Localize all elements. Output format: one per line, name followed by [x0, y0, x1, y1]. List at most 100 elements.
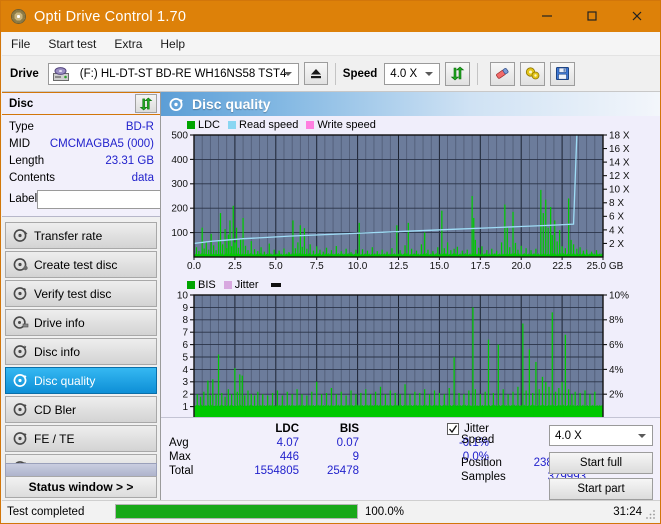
disc-mid-value: CMCMAGBA5 (000) — [49, 137, 154, 150]
svg-text:14 X: 14 X — [609, 158, 630, 169]
disc-info-row-contents: Contents data — [9, 169, 154, 186]
disc-bler-icon — [8, 402, 34, 417]
disc-test-icon — [8, 228, 34, 243]
sidebar-item-create-test-disc[interactable]: Create test disc — [5, 251, 157, 278]
resize-grip[interactable] — [645, 508, 657, 520]
sidebar-item-label: Transfer rate — [34, 228, 103, 243]
svg-text:5: 5 — [182, 352, 188, 363]
maximize-button[interactable] — [569, 1, 614, 31]
disc-panel-title: Disc — [9, 97, 34, 110]
sidebar-item-verify-test-disc[interactable]: Verify test disc — [5, 280, 157, 307]
legend-swatch-read-speed — [228, 120, 237, 129]
eraser-button[interactable] — [490, 61, 516, 86]
disc-type-value: BD-R — [125, 120, 154, 133]
bottom-chart-legend: BIS Jitter — [161, 278, 660, 291]
sidebar-item-fe-te[interactable]: FE / TE — [5, 425, 157, 452]
menu-file[interactable]: File — [2, 34, 39, 54]
stats-total-ldc: 1554805 — [254, 465, 299, 477]
disc-fete-icon — [8, 431, 34, 446]
svg-text:17.5: 17.5 — [471, 261, 491, 272]
refresh-button[interactable] — [445, 61, 471, 86]
legend-item-ldc: LDC — [187, 119, 220, 131]
svg-text:10.0: 10.0 — [348, 261, 368, 272]
disc-contents-value: data — [131, 171, 154, 184]
stats-col-bis: BIS — [339, 423, 359, 435]
svg-text:15.0: 15.0 — [430, 261, 450, 272]
svg-text:18 X: 18 X — [609, 131, 630, 141]
svg-text:20.0: 20.0 — [511, 261, 531, 272]
disc-info-panel: Type BD-R MID CMCMAGBA5 (000) Length 23.… — [2, 115, 242, 217]
speed-select[interactable]: 4.0 X — [384, 62, 441, 85]
jitter-checkbox[interactable] — [447, 423, 460, 435]
legend-marker-black — [270, 282, 281, 287]
stats-label-max: Max — [169, 451, 191, 463]
svg-text:4%: 4% — [609, 365, 624, 376]
sidebar-item-disc-quality[interactable]: Disc quality — [5, 367, 157, 394]
menu-help[interactable]: Help — [151, 34, 194, 54]
chevron-down-icon — [425, 71, 434, 76]
start-part-button[interactable]: Start part — [549, 478, 653, 500]
save-button[interactable] — [550, 61, 576, 86]
application-window: Opti Drive Control 1.70 File Start test … — [0, 0, 661, 524]
stats-row-avg: Avg 4.07 0.07 — [169, 437, 419, 449]
stats-col-ldc: LDC — [275, 423, 299, 435]
elapsed-time: 31:24 — [613, 505, 642, 518]
eject-button[interactable] — [303, 62, 328, 85]
svg-text:400: 400 — [171, 155, 188, 166]
svg-text:12 X: 12 X — [609, 171, 630, 182]
svg-text:300: 300 — [171, 179, 188, 190]
position-label: Position — [461, 457, 502, 469]
toolbar: Drive (F:) HL-DT-ST BD-RE WH16NS58 TST4 — [2, 56, 660, 92]
menu-extra[interactable]: Extra — [105, 34, 151, 54]
svg-text:6%: 6% — [609, 340, 624, 351]
sidebar: Disc Type BD-R MID CMCMAGBA5 (000) Lengt… — [2, 92, 242, 501]
disc-quality-panel: Disc quality LDC Read speed Write speed … — [160, 92, 660, 501]
close-button[interactable] — [614, 1, 659, 31]
menu-start-test[interactable]: Start test — [39, 34, 105, 54]
legend-item-write-speed: Write speed — [306, 119, 376, 131]
status-window-button[interactable]: Status window > > — [5, 476, 157, 498]
disc-quality-icon — [8, 373, 34, 388]
sidebar-filler — [5, 463, 157, 476]
svg-text:2.5: 2.5 — [228, 261, 242, 272]
disc-verify-icon — [8, 286, 34, 301]
sidebar-item-label: CD Bler — [34, 402, 77, 417]
svg-text:8%: 8% — [609, 315, 624, 326]
panel-title: Disc quality — [192, 96, 271, 112]
disc-refresh-button[interactable] — [135, 94, 157, 113]
test-speed-value: 4.0 X — [555, 429, 582, 442]
svg-text:100: 100 — [171, 228, 188, 239]
disc-type-label: Type — [9, 120, 34, 133]
sidebar-item-disc-info[interactable]: Disc info — [5, 338, 157, 365]
menu-bar: File Start test Extra Help — [2, 32, 660, 56]
sidebar-item-cd-bler[interactable]: CD Bler — [5, 396, 157, 423]
stats-row-total: Total 1554805 25478 — [169, 465, 419, 477]
progress-bar-fill — [116, 505, 357, 518]
chevron-down-icon — [283, 71, 292, 76]
sidebar-item-label: Disc info — [34, 344, 81, 359]
legend-swatch-jitter — [223, 280, 232, 289]
disc-info-row-type: Type BD-R — [9, 118, 154, 135]
legend-item-read-speed: Read speed — [228, 119, 298, 131]
start-full-button[interactable]: Start full — [549, 452, 653, 474]
disc-quality-icon — [168, 97, 186, 112]
sidebar-item-transfer-rate[interactable]: Transfer rate — [5, 222, 157, 249]
speed-value: 4.0 X — [390, 67, 418, 80]
top-chart-svg: 100 200 300 400 500 2 X 4 X 6 X 8 X 10 X 12 X 14 X 1… — [171, 131, 630, 272]
drive-select[interactable]: (F:) HL-DT-ST BD-RE WH16NS58 TST4 — [47, 62, 299, 85]
stats-panel: LDC BIS Avg 4.07 0.07 Max 446 9 Total 15… — [161, 417, 660, 501]
disc-label-row: Label — [9, 187, 242, 211]
settings-gears-button[interactable] — [520, 61, 546, 86]
stats-label-total: Total — [169, 465, 194, 477]
legend-item-jitter: Jitter — [223, 279, 259, 291]
disc-label-label: Label — [9, 193, 38, 205]
sidebar-item-label: Disc quality — [34, 373, 96, 388]
svg-text:8: 8 — [182, 315, 188, 326]
sidebar-item-label: Drive info — [34, 315, 85, 330]
sidebar-item-label: Verify test disc — [34, 286, 112, 301]
chevron-down-icon — [638, 433, 646, 438]
sidebar-item-drive-info[interactable]: Drive info — [5, 309, 157, 336]
test-speed-select[interactable]: 4.0 X — [549, 425, 653, 446]
disc-contents-label: Contents — [9, 171, 56, 184]
minimize-button[interactable] — [524, 1, 569, 31]
